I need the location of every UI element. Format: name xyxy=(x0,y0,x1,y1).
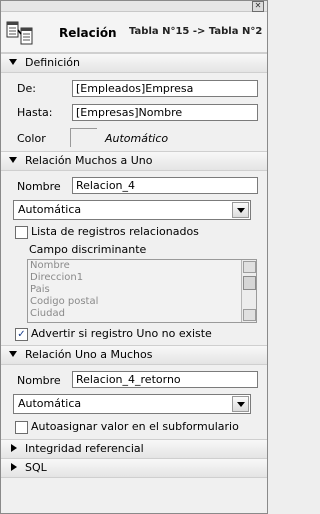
list-item[interactable]: Codigo postal xyxy=(28,296,256,308)
mode-row: Automática xyxy=(1,199,267,223)
dropdown-button[interactable] xyxy=(232,202,249,218)
lista-row: Lista de registros relacionados xyxy=(1,223,267,243)
section-definicion[interactable]: Definición xyxy=(1,53,267,73)
section-integridad-referencial[interactable]: Integridad referencial xyxy=(1,439,267,459)
campo-label: Campo discriminante xyxy=(29,243,147,256)
section-muchos-a-uno-label: Relación Muchos a Uno xyxy=(25,154,153,167)
de-row: De: [Empleados]Empresa xyxy=(1,77,267,101)
page-title: Relación xyxy=(59,26,117,40)
section-definicion-label: Definición xyxy=(25,56,80,69)
autoasignar-label: Autoasignar valor en el subformulario xyxy=(31,420,239,433)
campo-list-row: Nombre Direccion1 Pais Codigo postal Ciu… xyxy=(1,259,267,325)
relation-mode-value: Automática xyxy=(18,203,82,216)
nombre-row: Nombre Relacion_4 xyxy=(1,175,267,199)
collapsed-triangle-icon xyxy=(11,444,17,452)
dropdown-button[interactable] xyxy=(232,396,249,412)
relation-retorno-mode-value: Automática xyxy=(18,397,82,410)
nombre-label: Nombre xyxy=(17,180,61,193)
chevron-down-icon xyxy=(237,402,245,407)
section-uno-a-muchos[interactable]: Relación Uno a Muchos xyxy=(1,345,267,365)
list-item[interactable]: Nombre xyxy=(28,260,256,272)
lista-checkbox[interactable] xyxy=(15,226,28,239)
nombre-label: Nombre xyxy=(17,374,61,387)
campo-discriminante-list[interactable]: Nombre Direccion1 Pais Codigo postal Ciu… xyxy=(27,259,257,323)
scroll-down-button[interactable] xyxy=(243,309,256,321)
table-path-subtitle: Tabla N°15 -> Tabla N°2 xyxy=(129,26,263,37)
color-label: Color xyxy=(17,132,46,145)
scroll-up-button[interactable] xyxy=(243,261,256,273)
expanded-triangle-icon xyxy=(9,157,17,163)
relation-inspector-window: ✕ Relación Tabla N°15 -> Tabla N°2 Defin… xyxy=(0,0,268,514)
nombre-retorno-field[interactable]: Relacion_4_retorno xyxy=(72,371,258,388)
section-integridad-label: Integridad referencial xyxy=(25,442,144,455)
scroll-thumb[interactable] xyxy=(243,276,256,290)
nombre-field[interactable]: Relacion_4 xyxy=(72,177,258,194)
color-row: Color Automático xyxy=(1,125,267,151)
collapsed-triangle-icon xyxy=(11,463,17,471)
advertir-row: ✓ Advertir si registro Uno no existe xyxy=(1,325,267,345)
hasta-row: Hasta: [Empresas]Nombre xyxy=(1,101,267,125)
hasta-label: Hasta: xyxy=(17,106,53,119)
section-muchos-a-uno[interactable]: Relación Muchos a Uno xyxy=(1,151,267,171)
chevron-down-icon xyxy=(237,208,245,213)
expanded-triangle-icon xyxy=(9,59,17,65)
relation-retorno-mode-select[interactable]: Automática xyxy=(13,394,251,414)
relation-tables-icon xyxy=(6,21,33,45)
de-field[interactable]: [Empleados]Empresa xyxy=(72,80,258,97)
nombre-retorno-row: Nombre Relacion_4_retorno xyxy=(1,369,267,393)
hasta-field[interactable]: [Empresas]Nombre xyxy=(72,104,258,121)
list-scrollbar[interactable] xyxy=(241,260,256,322)
section-sql[interactable]: SQL xyxy=(1,459,267,478)
mode-retorno-row: Automática xyxy=(1,393,267,417)
close-icon[interactable]: ✕ xyxy=(252,1,264,12)
lista-label: Lista de registros relacionados xyxy=(31,225,199,238)
relation-mode-select[interactable]: Automática xyxy=(13,200,251,220)
section-uno-a-muchos-label: Relación Uno a Muchos xyxy=(25,348,153,361)
campo-row: Campo discriminante xyxy=(1,243,267,259)
list-item[interactable]: Direccion1 xyxy=(28,272,256,284)
advertir-label: Advertir si registro Uno no existe xyxy=(31,327,212,340)
color-value: Automático xyxy=(105,132,169,145)
section-sql-label: SQL xyxy=(25,461,47,474)
de-label: De: xyxy=(17,82,36,95)
expanded-triangle-icon xyxy=(9,351,17,357)
title-strip: ✕ xyxy=(1,1,267,12)
autoasignar-checkbox[interactable] xyxy=(15,421,28,434)
list-item[interactable]: Ciudad xyxy=(28,308,256,320)
color-swatch[interactable] xyxy=(70,128,97,147)
inspector-header: Relación Tabla N°15 -> Tabla N°2 xyxy=(1,12,267,53)
advertir-checkbox[interactable]: ✓ xyxy=(15,328,28,341)
list-item[interactable]: Pais xyxy=(28,284,256,296)
autoasignar-row: Autoasignar valor en el subformulario xyxy=(1,417,267,439)
